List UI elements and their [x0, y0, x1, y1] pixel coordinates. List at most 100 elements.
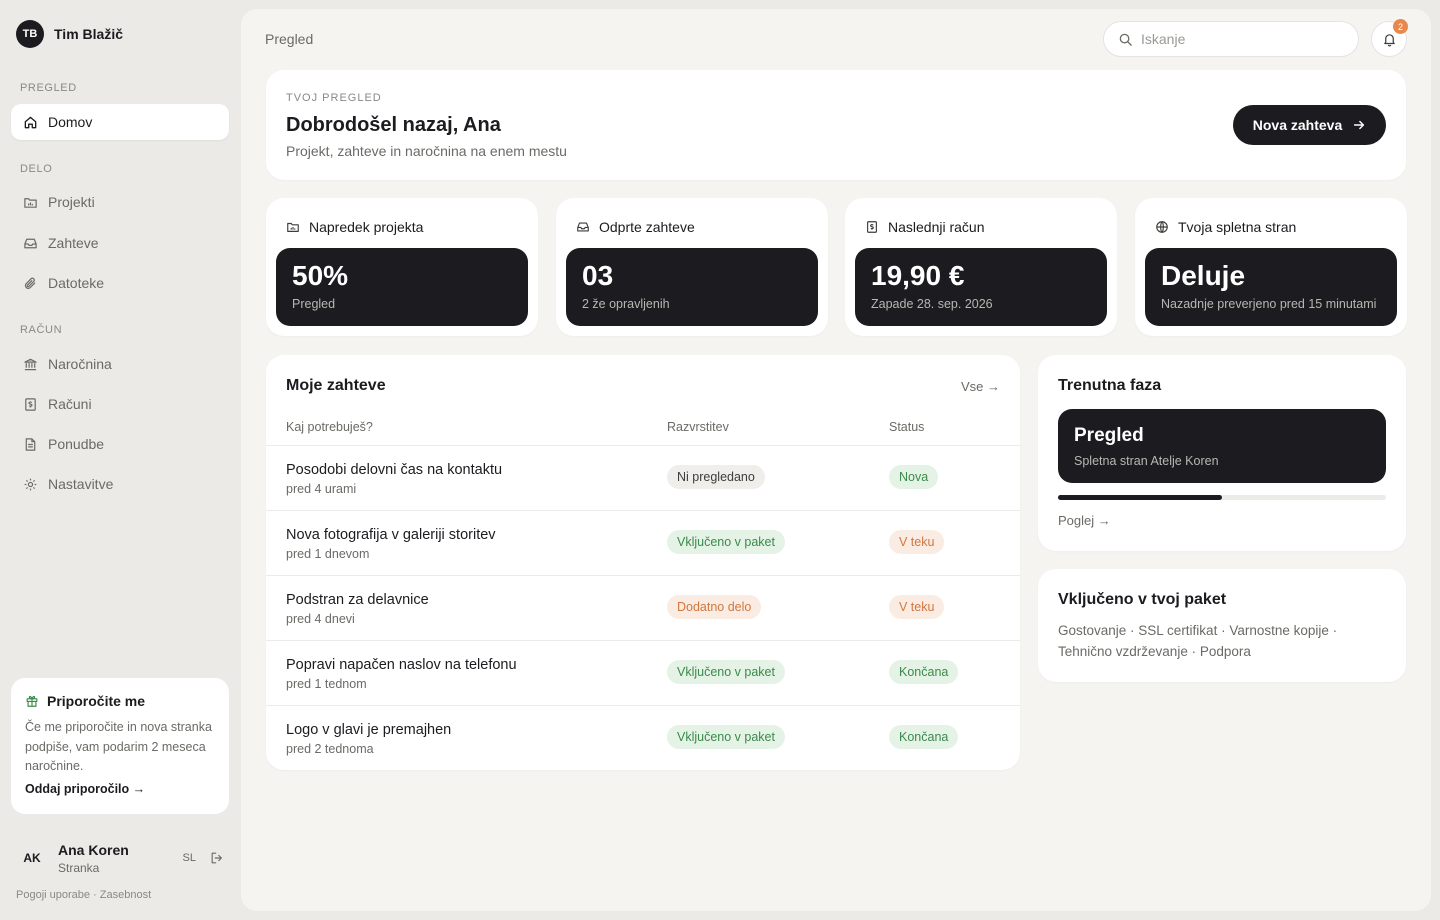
package-items: Gostovanje · SSL certifikat · Varnostne … [1058, 623, 1338, 659]
logout-icon [210, 851, 224, 865]
sidebar-item-projects[interactable]: Projekti [11, 184, 229, 220]
inbox-icon [23, 236, 38, 251]
receipt-icon [865, 220, 879, 234]
table-row[interactable]: Logo v glavi je premajhen pred 2 tednoma… [266, 705, 1020, 770]
request-title: Nova fotografija v galeriji storitev [286, 527, 496, 543]
request-time: pred 4 dnevi [286, 612, 355, 626]
section-label-work: DELO [20, 163, 53, 175]
user-name: Ana Koren [58, 841, 129, 858]
paperclip-icon [23, 276, 38, 291]
stat-value-box: 19,90 € Zapade 28. sep. 2026 [855, 248, 1107, 326]
gift-icon [25, 694, 39, 708]
status-badge: Nova [889, 465, 939, 489]
sidebar-item-requests[interactable]: Zahteve [11, 225, 229, 261]
requests-view-all-link[interactable]: Vse → [961, 379, 1000, 394]
user-profile: AK Ana Koren Stranka SL [16, 840, 224, 876]
table-row[interactable]: Posodobi delovni čas na kontaktu pred 4 … [266, 445, 1020, 510]
request-title: Posodobi delovni čas na kontaktu [286, 462, 503, 478]
table-row[interactable]: Nova fotografija v galeriji storitev pre… [266, 510, 1020, 575]
welcome-eyebrow: TVOJ PREGLED [286, 92, 382, 104]
stat-header: Tvoja spletna stran [1155, 219, 1296, 235]
notifications-button[interactable]: 2 [1371, 19, 1408, 57]
stat-subtext: Pregled [292, 297, 336, 311]
request-time: pred 1 dnevom [286, 547, 370, 561]
category-badge: Vključeno v paket [667, 660, 785, 684]
avatar[interactable]: AK [16, 842, 48, 874]
status-badge: V teku [889, 530, 945, 554]
stat-label: Odprte zahteve [599, 219, 695, 235]
sidebar-item-settings[interactable]: Nastavitve [11, 466, 229, 502]
receipt-icon [23, 397, 38, 412]
document-icon [23, 437, 38, 452]
brand-avatar: TB [16, 20, 44, 48]
stat-subtext: Zapade 28. sep. 2026 [871, 297, 993, 311]
phase-progress-fill [1058, 495, 1222, 500]
referral-link[interactable]: Oddaj priporočilo → [25, 782, 215, 796]
breadcrumb: Pregled [265, 31, 314, 47]
arrow-right-icon [1352, 118, 1366, 132]
search-icon [1118, 32, 1133, 47]
table-row[interactable]: Popravi napačen naslov na telefonu pred … [266, 640, 1020, 705]
current-phase-card: Trenutna faza Pregled Spletna stran Atel… [1038, 355, 1406, 551]
bell-icon [1382, 32, 1397, 47]
stat-card-project-progress[interactable]: Napredek projekta 50% Pregled [266, 198, 538, 336]
sidebar-item-subscription[interactable]: Naročnina [11, 346, 229, 382]
section-label-billing: RAČUN [20, 324, 63, 336]
phase-view-link[interactable]: Poglej → [1058, 513, 1111, 528]
gear-icon [23, 477, 38, 492]
category-badge: Dodatno delo [667, 595, 762, 619]
folder-chart-icon [286, 220, 300, 234]
user-role: Stranka [58, 860, 100, 875]
request-title: Logo v glavi je premajhen [286, 722, 452, 738]
sidebar-item-label: Računi [48, 396, 92, 412]
request-time: pred 2 tednoma [286, 742, 374, 756]
home-icon [23, 115, 38, 130]
sidebar-item-home[interactable]: Domov [11, 104, 229, 140]
language-switch[interactable]: SL [183, 852, 196, 864]
section-label-overview: PREGLED [20, 82, 77, 94]
sidebar-item-label: Domov [48, 114, 93, 130]
stat-card-open-requests[interactable]: Odprte zahteve 03 2 že opravljenih [556, 198, 828, 336]
category-badge: Vključeno v paket [667, 530, 785, 554]
search-box[interactable] [1103, 21, 1359, 57]
requests-card: Moje zahteve Vse → Kaj potrebuješ? Razvr… [266, 355, 1020, 770]
welcome-subtitle: Projekt, zahteve in naročnina na enem me… [286, 143, 567, 159]
column-header-category: Razvrstitev [667, 420, 729, 434]
referral-text: Če me priporočite in nova stranka podpiš… [25, 720, 212, 773]
page-title: Dobrodošel nazaj, Ana [286, 114, 501, 136]
footer-links[interactable]: Pogoji uporabe · Zasebnost [16, 889, 151, 901]
search-input[interactable] [1141, 31, 1341, 47]
stat-card-next-invoice[interactable]: Naslednji račun 19,90 € Zapade 28. sep. … [845, 198, 1117, 336]
user-info: Ana Koren Stranka [58, 842, 183, 875]
request-title: Popravi napačen naslov na telefonu [286, 657, 517, 673]
phase-subtitle: Spletna stran Atelje Koren [1074, 454, 1219, 468]
referral-card: Priporočite me Če me priporočite in nova… [11, 678, 229, 814]
logout-button[interactable] [210, 851, 224, 865]
sidebar-item-files[interactable]: Datoteke [11, 265, 229, 301]
sidebar-item-offers[interactable]: Ponudbe [11, 426, 229, 462]
stat-value-box: 50% Pregled [276, 248, 528, 326]
requests-title: Moje zahteve [286, 377, 386, 394]
globe-icon [1155, 220, 1169, 234]
folder-chart-icon [23, 195, 38, 210]
brand[interactable]: TB Tim Blažič [16, 20, 123, 48]
new-request-button[interactable]: Nova zahteva [1233, 105, 1386, 145]
stat-card-website-status[interactable]: Tvoja spletna stran Deluje Nazadnje prev… [1135, 198, 1407, 336]
stat-value: 19,90 € [871, 260, 965, 291]
package-card: Vključeno v tvoj paket Gostovanje · SSL … [1038, 569, 1406, 682]
inbox-icon [576, 220, 590, 234]
category-badge: Ni pregledano [667, 465, 765, 489]
sidebar-item-invoices[interactable]: Računi [11, 386, 229, 422]
sidebar-item-label: Projekti [48, 194, 95, 210]
table-row[interactable]: Podstran za delavnice pred 4 dnevi Dodat… [266, 575, 1020, 640]
stat-value-box: 03 2 že opravljenih [566, 248, 818, 326]
package-title: Vključeno v tvoj paket [1058, 591, 1227, 608]
referral-title: Priporočite me [47, 693, 146, 709]
notification-badge: 2 [1393, 19, 1408, 34]
stat-header: Odprte zahteve [576, 219, 695, 235]
stat-subtext: 2 že opravljenih [582, 297, 670, 311]
category-badge: Vključeno v paket [667, 725, 785, 749]
request-title: Podstran za delavnice [286, 592, 429, 608]
referral-title-row: Priporočite me [25, 693, 215, 709]
sidebar: TB Tim Blažič PREGLED Domov DELO Projekt… [0, 0, 240, 920]
